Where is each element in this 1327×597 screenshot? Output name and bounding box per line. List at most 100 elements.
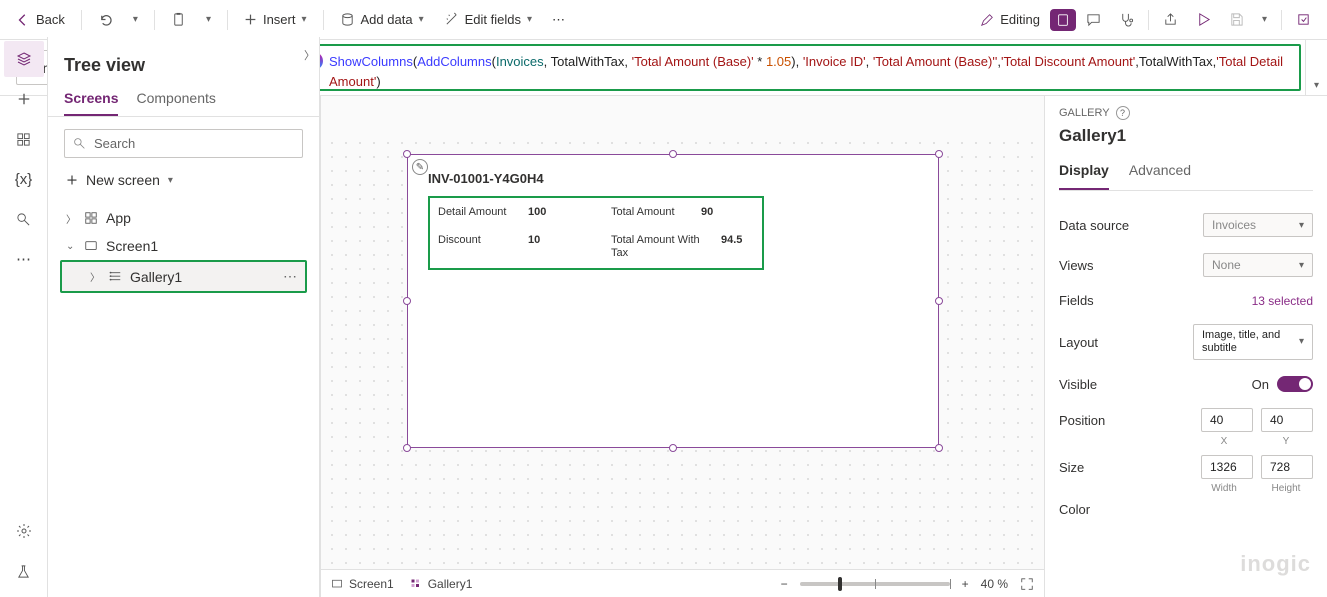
plus-icon [17,92,31,106]
zoom-slider[interactable] [800,582,950,586]
breadcrumb-gallery[interactable]: Gallery1 [410,577,473,591]
new-screen-button[interactable]: New screen ▾ [64,166,303,194]
stethoscope-icon [1119,12,1134,27]
resize-handle[interactable] [935,150,943,158]
save-more-button[interactable]: ▾ [1254,10,1275,29]
canvas-breadcrumb: Screen1 Gallery1 − + 40 % [321,569,1044,597]
width-field[interactable]: 1326 [1201,455,1253,479]
chevron-down-icon: ⌄ [66,241,76,252]
tab-components[interactable]: Components [136,82,215,116]
views-field[interactable]: None▾ [1203,253,1313,277]
resize-handle[interactable] [403,444,411,452]
properties-crumb: GALLERY ? [1059,106,1313,120]
tab-display[interactable]: Display [1059,156,1109,190]
braces-icon: {x} [15,171,33,188]
publish-icon [1296,12,1311,27]
insert-button[interactable]: Insert ▾ [236,8,315,31]
publish-button[interactable] [1288,8,1319,31]
height-field[interactable]: 728 [1261,455,1313,479]
screen-icon [331,578,343,590]
zoom-out-button[interactable]: − [781,577,788,591]
comments-button[interactable] [1078,8,1109,31]
preview-button[interactable] [1188,8,1219,31]
rail-test-button[interactable] [4,553,44,589]
canvas-inner[interactable]: ✎ INV-01001-Y4G0H4 Detail Amount100 Disc… [321,132,1044,569]
chevron-right-icon: 〉 [90,269,100,284]
resize-handle[interactable] [935,297,943,305]
fit-button[interactable] [1020,577,1034,591]
editing-button[interactable]: Editing [972,8,1048,31]
top-toolbar: Back ▾ ▾ Insert ▾ Add data ▾ Edit fields… [0,0,1327,40]
resize-handle[interactable] [403,150,411,158]
add-data-button[interactable]: Add data ▾ [332,8,432,31]
gallery-selection[interactable]: ✎ INV-01001-Y4G0H4 Detail Amount100 Disc… [407,154,939,448]
help-icon[interactable]: ? [1116,106,1130,120]
visible-toggle[interactable] [1277,376,1313,392]
resize-handle[interactable] [669,150,677,158]
formula-input[interactable]: ShowColumns(AddColumns(Invoices, TotalWi… [293,44,1301,91]
share-button[interactable] [1155,8,1186,31]
rail-data-button[interactable] [4,121,44,157]
slider-thumb[interactable] [838,577,842,591]
formula-expand-button[interactable]: ▾ [1305,40,1327,95]
watermark: inogic [1240,551,1311,577]
paste-more-button[interactable]: ▾ [198,10,219,29]
rail-tree-button[interactable] [4,41,44,77]
formula-text: ShowColumns(AddColumns(Invoices, TotalWi… [329,52,1289,91]
breadcrumb-screen[interactable]: Screen1 [331,577,394,591]
fields-edit-link[interactable]: 13 selected [1252,294,1313,308]
resize-handle[interactable] [403,297,411,305]
layout-field[interactable]: Image, title, and subtitle▾ [1193,324,1313,360]
rail-insert-button[interactable] [4,81,44,117]
position-y-field[interactable]: 40 [1261,408,1313,432]
health-button[interactable] [1111,8,1142,31]
tree-item-app[interactable]: 〉 App [52,204,315,232]
tree-item-label: Gallery1 [130,269,182,285]
prop-fields: Fields 13 selected [1059,285,1313,316]
rail-variables-button[interactable]: {x} [4,161,44,197]
share-icon [1163,12,1178,27]
prop-label: Visible [1059,377,1097,392]
rail-search-button[interactable] [4,201,44,237]
gallery-icon [108,270,122,284]
ellipsis-icon: ⋯ [16,250,31,268]
tree-item-label: Screen1 [106,238,158,254]
undo-more-button[interactable]: ▾ [125,10,146,29]
layers-button[interactable] [1050,9,1076,31]
edit-fields-button[interactable]: Edit fields ▾ [436,8,540,31]
discount-value: 10 [528,234,540,246]
back-label: Back [36,12,65,27]
search-placeholder: Search [94,136,135,151]
zoom-in-button[interactable]: + [962,577,969,591]
rail-settings-button[interactable] [4,513,44,549]
canvas: ✎ INV-01001-Y4G0H4 Detail Amount100 Disc… [320,96,1044,597]
edit-template-button[interactable]: ✎ [412,159,428,175]
undo-icon [98,12,113,27]
position-x-field[interactable]: 40 [1201,408,1253,432]
gallery-card: INV-01001-Y4G0H4 Detail Amount100 Discou… [408,155,938,278]
prop-views: Views None▾ [1059,245,1313,285]
rail-more-button[interactable]: ⋯ [4,241,44,277]
tab-screens[interactable]: Screens [64,82,118,116]
tree-search-input[interactable]: Search [64,129,303,158]
item-more-button[interactable]: ⋯ [283,268,299,285]
tree-item-screen1[interactable]: ⌄ Screen1 [52,232,315,260]
data-source-field[interactable]: Invoices▾ [1203,213,1313,237]
undo-button[interactable] [90,8,121,31]
back-button[interactable]: Back [8,8,73,31]
chat-icon [1086,12,1101,27]
pencil-icon [980,13,994,27]
collapse-panel-button[interactable]: 〉 [304,47,315,63]
arrow-left-icon [16,13,30,27]
resize-handle[interactable] [669,444,677,452]
tree-view-panel: 〉 Tree view Screens Components Search Ne… [48,37,320,597]
layers-icon [16,51,32,67]
tab-advanced[interactable]: Advanced [1129,156,1191,190]
properties-tabs: Display Advanced [1059,156,1313,191]
paste-button[interactable] [163,8,194,31]
resize-handle[interactable] [935,444,943,452]
detail-amount-value: 100 [528,206,546,218]
tree-item-gallery1[interactable]: 〉 Gallery1 ⋯ [62,262,305,291]
overflow-button[interactable]: ⋯ [544,8,573,32]
save-button[interactable] [1221,8,1252,31]
